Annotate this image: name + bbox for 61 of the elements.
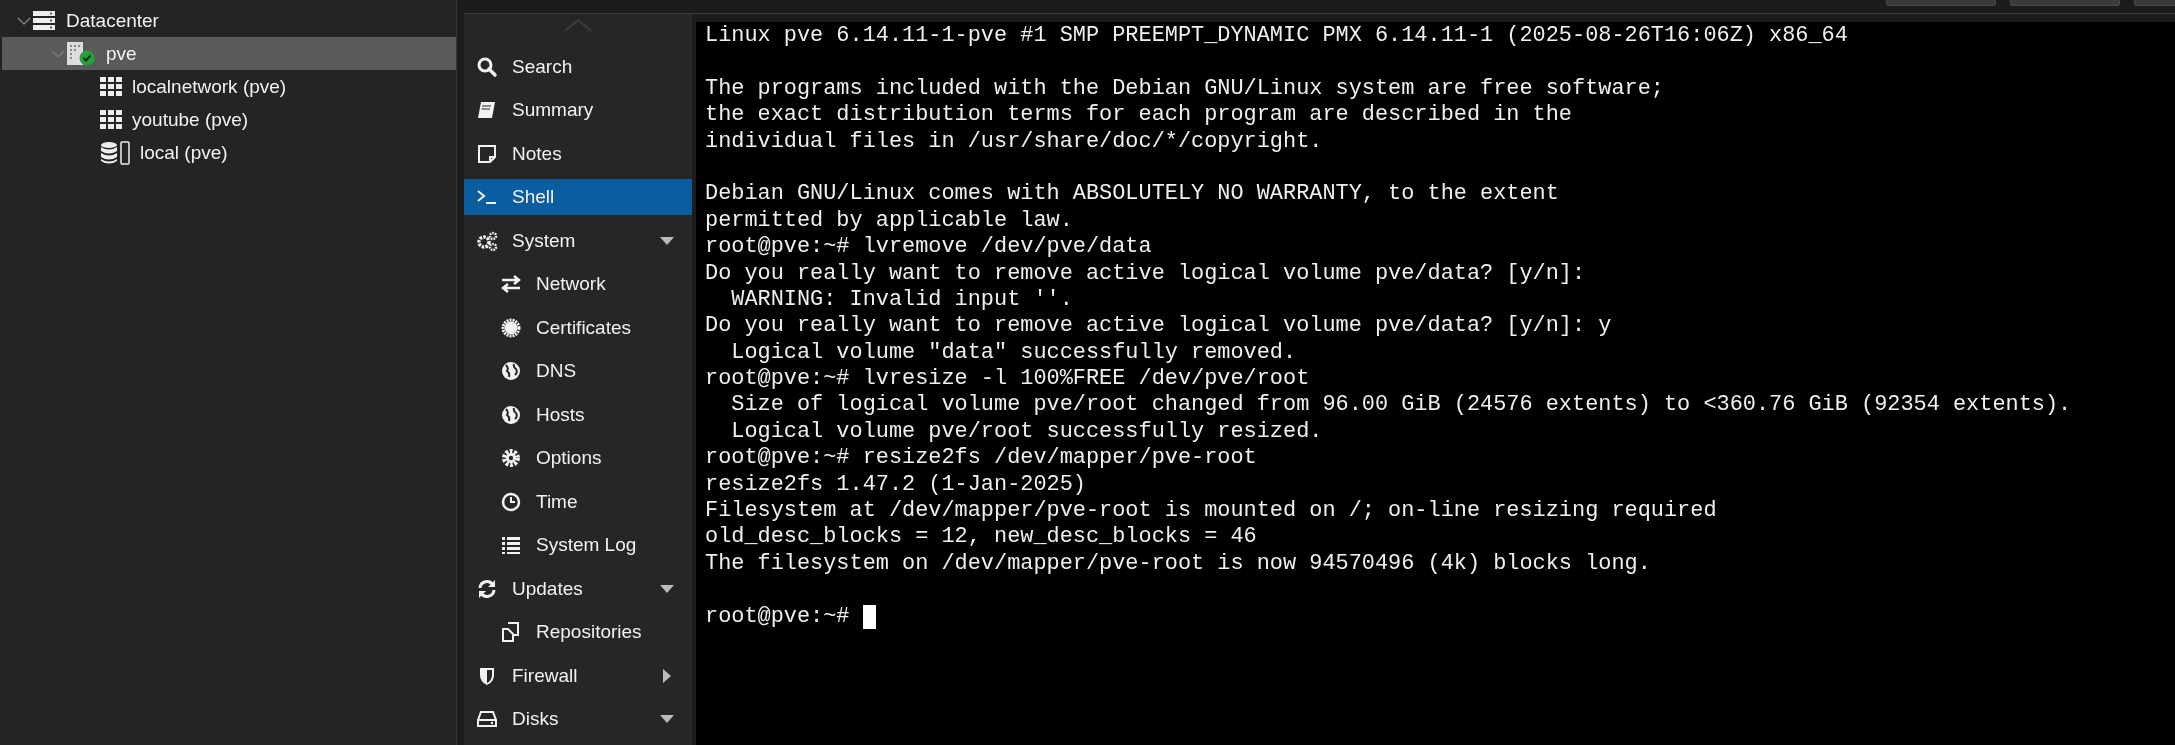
terminal-line: Debian GNU/Linux comes with ABSOLUTELY NO WARRANTY, to the extent (705, 181, 1559, 208)
terminal-line: resize2fs 1.47.2 (1-Jan-2025) (705, 471, 1086, 499)
menu-item[interactable]: Certificates (464, 309, 692, 346)
menu-item[interactable]: Search (464, 48, 692, 85)
terminal-screen[interactable] (696, 22, 2175, 745)
arrows-icon (500, 273, 522, 296)
menu-item[interactable]: Options (464, 440, 692, 477)
search-icon (476, 55, 498, 78)
terminal-line: root@pve:~# resize2fs /dev/mapper/pve-root (705, 445, 1257, 472)
refresh-icon (476, 577, 498, 600)
menu-item[interactable]: Updates (464, 570, 692, 607)
terminal-line: Do you really want to remove active logical volume pve/data? [y/n]: (705, 260, 1586, 287)
terminal-line: WARNING: Invalid input ''. (730, 286, 1073, 314)
globe-icon (500, 403, 522, 426)
note-icon (476, 142, 498, 165)
tree-item-label[interactable]: Datacenter (66, 9, 159, 32)
toolbar-button[interactable] (2134, 0, 2175, 6)
list-icon (500, 534, 522, 557)
tree-item-label[interactable]: youtube (pve) (132, 108, 249, 131)
terminal-line: root@pve:~# lvremove /dev/pve/data (705, 234, 1152, 261)
menu-item[interactable]: Summary (464, 92, 692, 129)
terminal-line: individual files in /usr/share/doc/*/copyright. (705, 128, 1323, 155)
terminal-line: The programs included with the Debian GNU/Linux system are free software; (705, 75, 1664, 103)
terminal-line: The filesystem on /dev/mapper/pve-root is now 94570496 (4k) blocks long. (705, 550, 1651, 578)
terminal-line: Filesystem at /dev/mapper/pve-root is mounted on /; on-line resizing required (705, 498, 1717, 525)
menu-item[interactable]: System (464, 222, 692, 259)
globe-icon (500, 360, 522, 383)
menu-item[interactable]: Notes (464, 135, 692, 172)
menu-item[interactable]: Time (464, 483, 692, 520)
terminal-line: Size of logical volume pve/root changed from 96.00 GiB (24576 extents) to <360.76 GiB (92354 extents). (730, 392, 2072, 419)
tree-item-label[interactable]: pve (106, 42, 137, 65)
terminal-line: old_desc_blocks = 12, new_desc_blocks = 46 (705, 524, 1257, 551)
toolbar-button[interactable] (1886, 0, 1996, 6)
menu-item[interactable]: DNS (464, 353, 692, 390)
grid-icon (100, 107, 122, 132)
server-rack-icon (32, 8, 56, 33)
terminal-line: Do you really want to remove active logical volume pve/data? [y/n]: y (705, 313, 1612, 340)
menu-item[interactable]: System Log (464, 527, 692, 564)
database-icon (100, 140, 130, 165)
documents-icon (500, 621, 522, 644)
terminal-line: root@pve:~# (705, 603, 851, 630)
menu-item[interactable]: Repositories (464, 614, 692, 651)
terminal-line: Linux pve 6.14.11-1-pve #1 SMP PREEMPT_DYNAMIC PMX 6.14.11-1 (2025-08-26T16:06Z) x86_64 (705, 23, 1848, 50)
settings-icon (500, 447, 522, 470)
tree-item-label[interactable]: local (pve) (140, 141, 228, 164)
clock-icon (500, 490, 522, 513)
toolbar-button[interactable] (2010, 0, 2120, 6)
terminal-line: root@pve:~# lvresize -l 100%FREE /dev/pve/root (705, 366, 1310, 393)
terminal-line: the exact distribution terms for each program are described in the (705, 102, 1572, 129)
tree-item-label[interactable]: localnetwork (pve) (132, 75, 287, 98)
gears-icon (476, 229, 498, 252)
tree-row-highlight[interactable]: pve (2, 37, 456, 70)
menu-item[interactable]: Disks (464, 701, 692, 738)
grid-icon (100, 74, 122, 99)
terminal-line: Logical volume "data" successfully removed. (730, 339, 1297, 367)
menu-item[interactable]: Network (464, 266, 692, 303)
menu-item[interactable]: Shell (464, 179, 692, 216)
menu-item[interactable]: Firewall (464, 657, 692, 694)
terminal-line: Logical volume pve/root successfully resized. (730, 418, 1323, 446)
terminal-line: permitted by applicable law. (705, 207, 1073, 235)
menu-item[interactable]: Hosts (464, 396, 692, 433)
